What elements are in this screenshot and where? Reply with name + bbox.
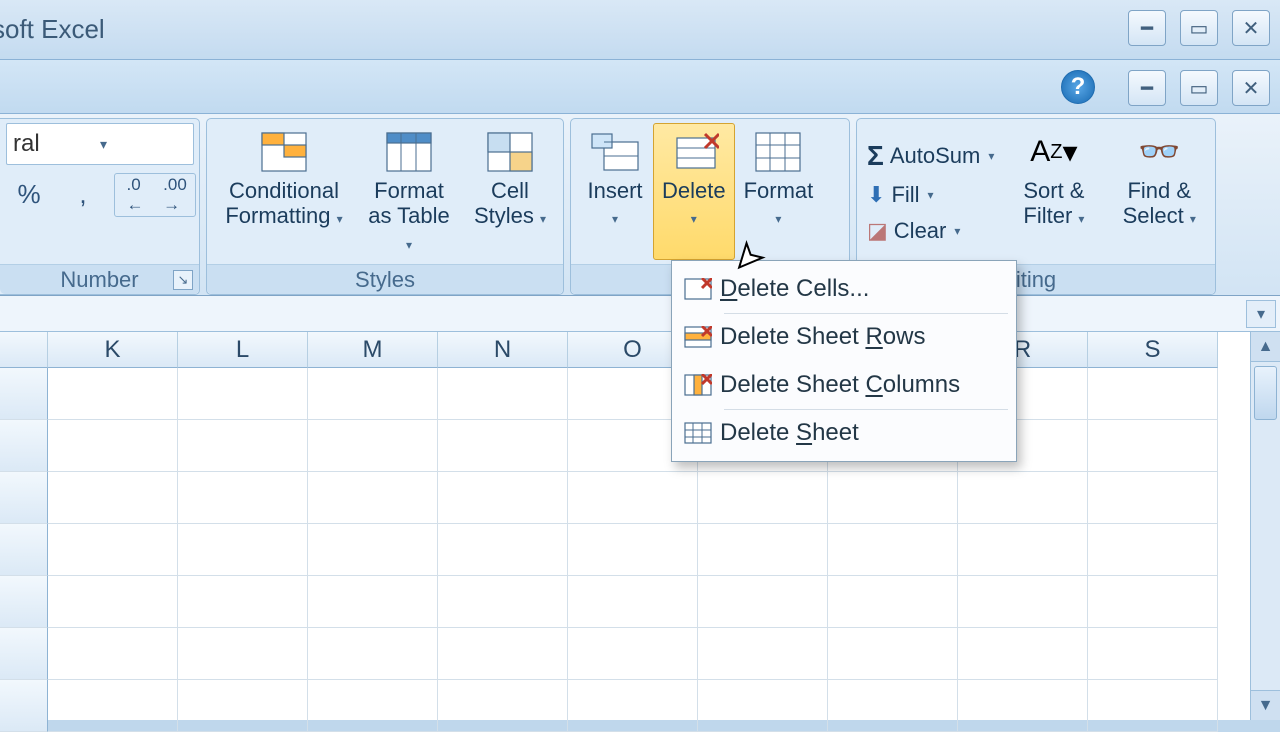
format-as-table-button[interactable]: Format as Table ▾	[355, 123, 463, 260]
column-header[interactable]: N	[438, 332, 568, 368]
delete-dropdown-menu: Delete Cells... Delete Sheet Rows Delete…	[671, 260, 1017, 462]
cell-styles-button[interactable]: Cell Styles ▾	[463, 123, 557, 260]
sort-filter-icon: AZ▾	[1026, 128, 1082, 176]
format-as-table-icon	[381, 128, 437, 176]
group-label-number: Number ↘	[0, 264, 199, 294]
cell-styles-icon	[482, 128, 538, 176]
menu-item-label: Delete Sheet Columns	[720, 371, 960, 399]
delete-cells-icon	[676, 278, 720, 300]
insert-icon	[587, 128, 643, 176]
fill-button[interactable]: ⬇ Fill▾	[863, 180, 998, 210]
column-header[interactable]: S	[1088, 332, 1218, 368]
ribbon-close-button[interactable]: ✕	[1232, 70, 1270, 106]
column-headers: K L M N O P Q R S	[0, 332, 1280, 368]
ribbon: ral ▾ % , .0← .00→ Number ↘ Con	[0, 114, 1280, 296]
formula-bar[interactable]: ▾	[0, 296, 1280, 332]
expand-formula-bar-button[interactable]: ▾	[1246, 300, 1276, 328]
menu-delete-cells[interactable]: Delete Cells...	[674, 265, 1014, 313]
increase-decimal-button[interactable]: .0←	[115, 174, 155, 216]
conditional-formatting-icon	[256, 128, 312, 176]
scroll-down-button[interactable]: ▼	[1251, 690, 1280, 720]
binoculars-icon: 👓	[1131, 128, 1187, 176]
clear-button[interactable]: ◪ Clear▾	[863, 216, 998, 246]
sigma-icon: Σ	[867, 140, 884, 172]
number-format-value: ral	[13, 130, 100, 158]
eraser-icon: ◪	[867, 218, 888, 244]
menu-delete-sheet[interactable]: Delete Sheet	[674, 409, 1014, 457]
title-bar: soft Excel ━ ▭ ✕	[0, 0, 1280, 60]
column-header[interactable]: M	[308, 332, 438, 368]
insert-button[interactable]: Insert▾	[577, 123, 653, 260]
delete-columns-icon	[676, 374, 720, 396]
format-icon	[750, 128, 806, 176]
delete-rows-icon	[676, 326, 720, 348]
column-header[interactable]: L	[178, 332, 308, 368]
help-icon[interactable]: ?	[1061, 70, 1095, 104]
decrease-decimal-button[interactable]: .00→	[155, 174, 195, 216]
menu-item-label: Delete Cells...	[720, 275, 869, 303]
scroll-thumb[interactable]	[1254, 366, 1277, 420]
scroll-up-button[interactable]: ▲	[1251, 332, 1280, 362]
menu-delete-rows[interactable]: Delete Sheet Rows	[674, 313, 1014, 361]
chevron-down-icon: ▾	[100, 136, 187, 153]
quick-access-row: ? ━ ▭ ✕	[0, 60, 1280, 114]
app-title: soft Excel	[0, 14, 105, 45]
conditional-formatting-button[interactable]: Conditional Formatting ▾	[213, 123, 355, 260]
worksheet-grid[interactable]: K L M N O P Q R S	[0, 332, 1280, 720]
percent-style-button[interactable]: %	[6, 173, 52, 215]
autosum-button[interactable]: Σ AutoSum▾	[863, 138, 998, 174]
group-label-styles: Styles	[207, 264, 563, 294]
close-button[interactable]: ✕	[1232, 10, 1270, 46]
minimize-button[interactable]: ━	[1128, 10, 1166, 46]
number-format-dropdown[interactable]: ral ▾	[6, 123, 194, 165]
menu-delete-columns[interactable]: Delete Sheet Columns	[674, 361, 1014, 409]
delete-button[interactable]: Delete▾	[653, 123, 735, 260]
ribbon-restore-button[interactable]: ▭	[1180, 70, 1218, 106]
delete-sheet-icon	[676, 422, 720, 444]
vertical-scrollbar[interactable]: ▲ ▼	[1250, 332, 1280, 720]
menu-item-label: Delete Sheet Rows	[720, 323, 925, 351]
comma-style-button[interactable]: ,	[60, 173, 106, 215]
select-all-corner[interactable]	[0, 332, 48, 368]
column-header[interactable]: K	[48, 332, 178, 368]
ribbon-minimize-button[interactable]: ━	[1128, 70, 1166, 106]
fill-icon: ⬇	[867, 182, 885, 208]
sort-filter-button[interactable]: AZ▾ Sort & Filter ▾	[1008, 123, 1099, 260]
format-button[interactable]: Format▾	[735, 123, 823, 260]
number-dialog-launcher[interactable]: ↘	[173, 270, 193, 290]
maximize-button[interactable]: ▭	[1180, 10, 1218, 46]
find-select-button[interactable]: 👓 Find & Select ▾	[1109, 123, 1209, 260]
delete-icon	[666, 128, 722, 176]
menu-item-label: Delete Sheet	[720, 419, 859, 447]
